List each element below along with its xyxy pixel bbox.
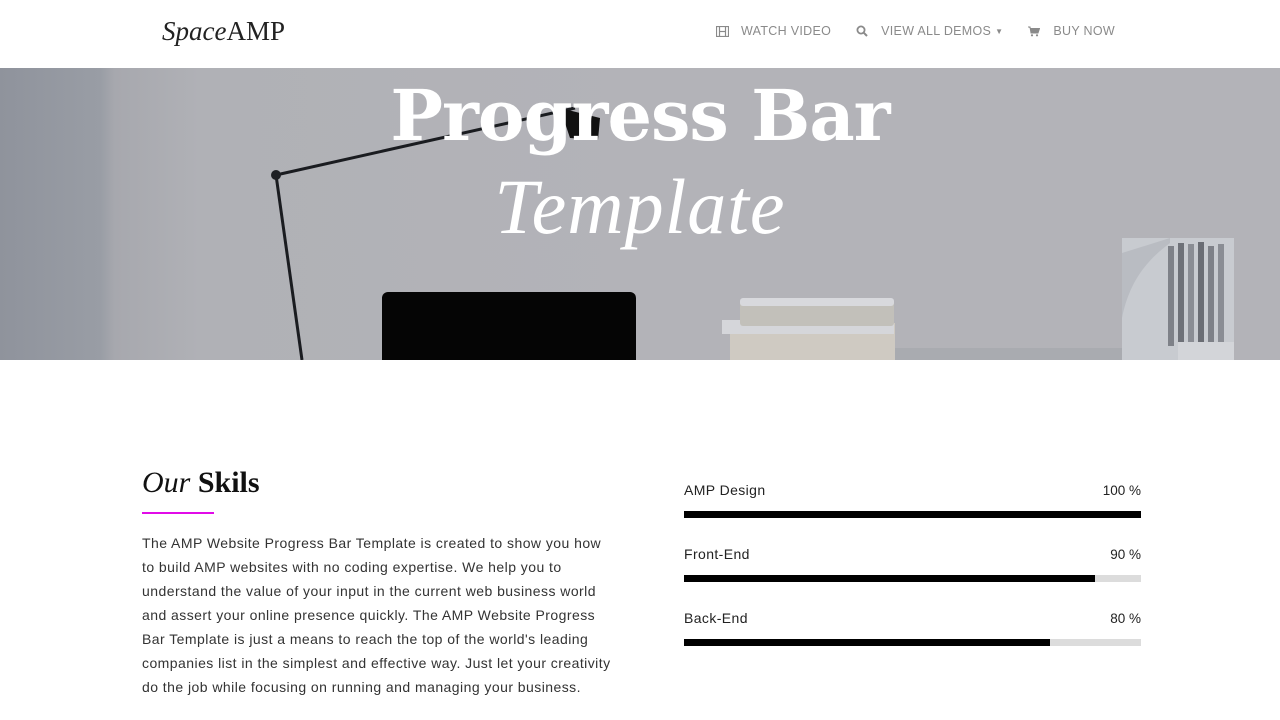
progress-item: AMP Design 100 % <box>684 478 1141 542</box>
nav-label: WATCH VIDEO <box>741 24 832 38</box>
nav-buy-now[interactable]: BUY NOW <box>1027 24 1115 38</box>
skills-heading: Our Skils <box>142 466 260 500</box>
progress-item: Front-End 90 % <box>684 542 1141 606</box>
progress-value: 100 % <box>1102 483 1141 498</box>
film-icon <box>715 24 729 38</box>
nav-watch-video[interactable]: WATCH VIDEO <box>715 24 831 38</box>
progress-value: 90 % <box>1110 547 1141 562</box>
hero-title: Progress Bar <box>390 74 890 157</box>
logo[interactable]: SpaceAMP <box>162 16 285 47</box>
main-nav: WATCH VIDEO VIEW ALL DEMOS ▼ BUY NOW <box>691 24 1115 38</box>
progress-value: 80 % <box>1110 611 1141 626</box>
progress-fill <box>684 575 1096 582</box>
progress-fill <box>684 639 1050 646</box>
progress-label: Back-End <box>684 610 748 626</box>
logo-regular: AMP <box>226 16 285 46</box>
progress-track <box>684 639 1141 646</box>
site-header: SpaceAMP WATCH VIDEO VIEW ALL DEMOS ▼ BU… <box>0 0 1280 68</box>
hero-banner: Progress Bar Template <box>0 68 1280 360</box>
progress-item: Back-End 80 % <box>684 606 1141 670</box>
caret-down-icon: ▼ <box>995 26 1004 36</box>
skills-heading-bold: Skils <box>197 466 260 499</box>
heading-underline <box>142 512 214 514</box>
nav-view-all-demos[interactable]: VIEW ALL DEMOS ▼ <box>855 24 1003 38</box>
logo-italic: Space <box>162 16 227 46</box>
nav-label: BUY NOW <box>1053 24 1115 38</box>
cart-icon <box>1027 24 1041 38</box>
search-icon <box>855 24 869 38</box>
progress-label: AMP Design <box>684 482 766 498</box>
progress-label: Front-End <box>684 546 750 562</box>
skills-description: The AMP Website Progress Bar Template is… <box>142 535 611 695</box>
hero-subtitle: Template <box>494 163 786 250</box>
progress-track <box>684 511 1141 518</box>
skills-heading-italic: Our <box>142 466 191 499</box>
nav-label: VIEW ALL DEMOS <box>881 24 992 38</box>
progress-track <box>684 575 1141 582</box>
progress-fill <box>684 511 1141 518</box>
progress-bars: AMP Design 100 % Front-End 90 % Back-End… <box>684 478 1141 670</box>
